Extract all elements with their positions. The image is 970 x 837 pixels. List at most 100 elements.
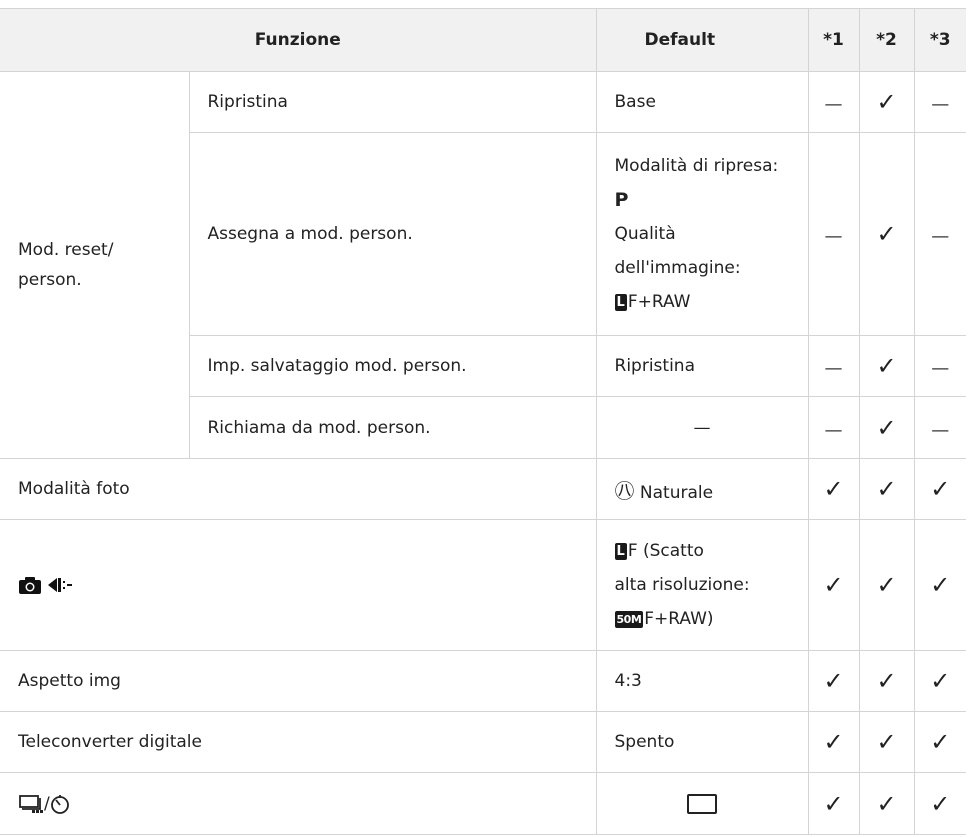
check-icon: ✓ (930, 475, 951, 503)
settings-table: Funzione Default *1 *2 *3 Mod. reset/ pe… (0, 8, 967, 835)
mark-c2: ✓ (858, 650, 915, 712)
default-imp: Ripristina (595, 335, 809, 397)
default-ripristina: Base (595, 71, 809, 133)
mark-c2: ✓ (858, 335, 915, 397)
mark-c3: — (913, 71, 967, 133)
mark-c3: ✓ (913, 519, 967, 651)
label-drive: / (0, 772, 597, 835)
mark-c2: ✓ (858, 772, 915, 835)
mark-c2: ✓ (858, 396, 915, 459)
row-camera-quality: LF (Scatto alta risoluzione: 50M F+RAW) ✓… (0, 519, 967, 651)
label-modalita-foto: Modalità foto (0, 458, 597, 520)
label-assegna: Assegna a mod. person. (189, 132, 597, 336)
check-icon: ✓ (876, 413, 897, 442)
mark-c2: ✓ (858, 458, 915, 520)
default-aspetto: 4:3 (595, 650, 809, 712)
label-aspetto: Aspetto img (0, 650, 597, 712)
check-icon: ✓ (823, 667, 844, 695)
mark-c1: — (807, 396, 860, 459)
dash-mark: — (931, 419, 950, 441)
label-imp: Imp. salvataggio mod. person. (189, 335, 597, 397)
mark-c1: ✓ (807, 458, 860, 520)
mark-c3: ✓ (913, 772, 967, 835)
check-icon: ✓ (876, 352, 897, 380)
mark-c1: — (807, 335, 860, 397)
camera-line1: LF (Scatto (614, 534, 808, 568)
label-ripristina: Ripristina (188, 71, 597, 133)
mark-c2: ✓ (858, 71, 915, 133)
check-icon: ✓ (876, 475, 897, 503)
header-default: Default (595, 8, 809, 72)
camera-line2: alta risoluzione: (614, 575, 750, 595)
default-richiama: — (595, 396, 809, 459)
default-teleconverter: Spento (595, 711, 809, 773)
mark-c1: ✓ (807, 650, 860, 712)
label-camera-quality (0, 519, 597, 651)
row-drive: / ✓ ✓ ✓ (0, 772, 967, 835)
mark-c1: — (807, 71, 860, 133)
mark-c3: ✓ (913, 650, 967, 712)
dash-mark: — (824, 94, 843, 115)
image-quality-icon (48, 578, 73, 592)
check-icon: ✓ (823, 571, 844, 599)
mark-c3: ✓ (913, 458, 967, 520)
check-icon: ✓ (876, 571, 897, 599)
row-teleconverter: Teleconverter digitale Spento ✓ ✓ ✓ (0, 711, 967, 773)
mode-p: P (614, 189, 629, 211)
check-icon: ✓ (876, 667, 897, 695)
self-timer-icon (50, 794, 69, 814)
check-icon: ✓ (876, 728, 897, 756)
picture-mode-text: Naturale (639, 482, 714, 503)
default-assegna: Modalità di ripresa: P Qualità dell'imma… (595, 132, 809, 336)
default-drive (595, 772, 809, 835)
check-icon: ✓ (876, 220, 897, 248)
check-icon: ✓ (823, 789, 844, 818)
mark-c2: ✓ (858, 519, 915, 651)
dash-mark: — (693, 417, 711, 438)
header-funzione: Funzione (0, 8, 597, 72)
check-icon: ✓ (876, 789, 897, 818)
mark-c3: ✓ (913, 711, 967, 773)
assegna-line5: L F+RAW (614, 285, 808, 319)
header-row: Funzione Default *1 *2 *3 (0, 8, 967, 72)
label-richiama: Richiama da mod. person. (189, 396, 597, 459)
size-50m-icon: 50M (614, 611, 644, 628)
check-icon: ✓ (930, 667, 951, 695)
mark-c3: — (913, 396, 967, 459)
sequential-shooting-icon (19, 794, 43, 813)
mark-c1: — (807, 132, 860, 336)
assegna-line1: Modalità di ripresa: (614, 156, 779, 176)
quality-text: F+RAW (627, 292, 691, 312)
check-icon: ✓ (930, 728, 951, 756)
check-icon: ✓ (823, 728, 844, 756)
size-l-icon: L (614, 294, 627, 311)
mark-c2: ✓ (858, 711, 915, 773)
check-icon: ✓ (930, 571, 951, 599)
label-teleconverter: Teleconverter digitale (0, 711, 597, 773)
camera-icon (19, 577, 41, 594)
dash-mark: — (824, 419, 843, 441)
mark-c1: ✓ (807, 519, 860, 651)
default-camera-quality: LF (Scatto alta risoluzione: 50M F+RAW) (595, 519, 809, 651)
dash-mark: — (931, 94, 950, 115)
group-label-mod-reset: Mod. reset/ person. (0, 71, 190, 459)
mark-c1: ✓ (807, 772, 860, 835)
header-c2: *2 (858, 8, 915, 72)
picture-mode-natural-icon: ㊇ (614, 478, 635, 503)
dash-mark: — (931, 358, 950, 379)
row-ripristina: Mod. reset/ person. Ripristina Base — ✓ … (0, 71, 967, 459)
dash-mark: — (824, 226, 843, 247)
header-c3: *3 (913, 8, 967, 72)
mark-c1: ✓ (807, 711, 860, 773)
row-modalita-foto: Modalità foto ㊇ Naturale ✓ ✓ ✓ (0, 458, 967, 520)
check-icon: ✓ (930, 789, 951, 818)
camera-text1: F (Scatto (627, 541, 704, 561)
dash-mark: — (931, 226, 950, 247)
camera-text3: F+RAW) (644, 609, 714, 629)
single-frame-icon (687, 793, 718, 814)
row-aspetto: Aspetto img 4:3 ✓ ✓ ✓ (0, 650, 967, 712)
default-modalita-foto: ㊇ Naturale (595, 458, 809, 520)
check-icon: ✓ (876, 88, 897, 116)
mark-c2: ✓ (858, 132, 915, 336)
mark-c3: — (913, 132, 967, 336)
